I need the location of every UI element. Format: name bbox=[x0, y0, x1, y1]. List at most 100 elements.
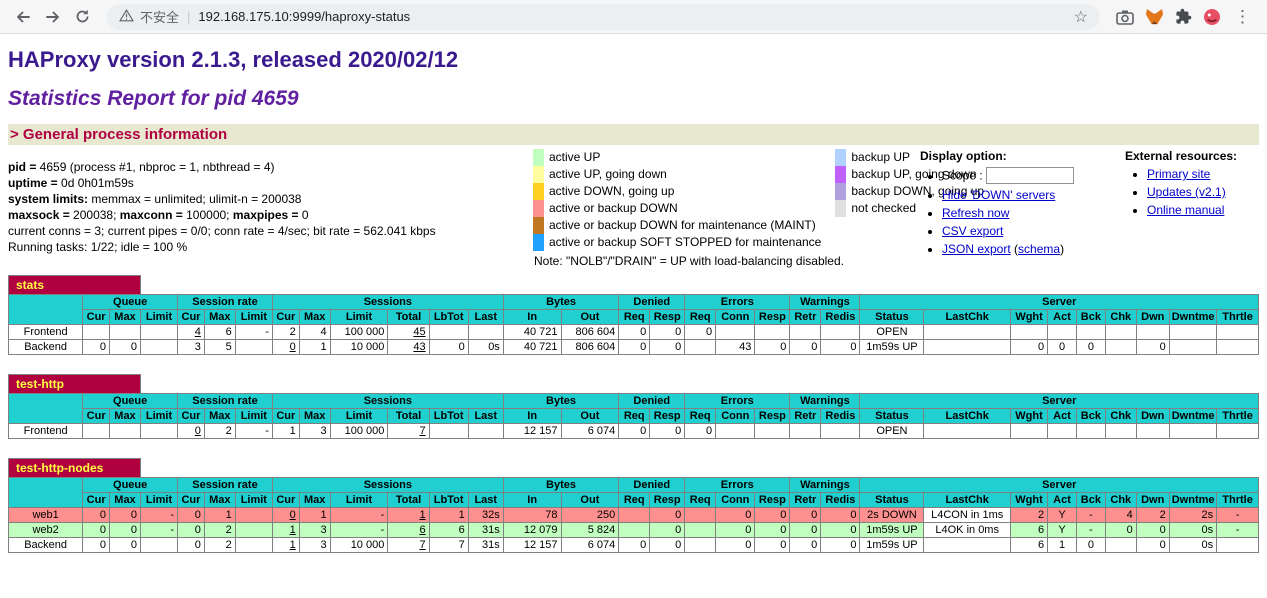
process-info-line: system limits: memmax = unlimited; ulimi… bbox=[8, 191, 533, 207]
column-header: Limit bbox=[235, 310, 272, 325]
stat-cell: 6 074 bbox=[561, 538, 619, 553]
stat-cell: 1 bbox=[272, 523, 299, 538]
stat-cell: - bbox=[330, 523, 388, 538]
screenshot-camera-icon[interactable] bbox=[1116, 9, 1134, 25]
display-options-title: Display option: bbox=[920, 149, 1125, 163]
column-group-header: Queue bbox=[83, 478, 178, 493]
display-option-link[interactable]: schema bbox=[1018, 242, 1060, 256]
metamask-fox-icon[interactable] bbox=[1145, 8, 1164, 26]
display-option-link[interactable]: JSON export bbox=[942, 242, 1011, 256]
external-resources-title: External resources: bbox=[1125, 149, 1259, 163]
stat-cell: 0 bbox=[716, 538, 755, 553]
column-header: Limit bbox=[330, 409, 388, 424]
row-name: Frontend bbox=[9, 325, 83, 340]
column-group-header: Errors bbox=[685, 478, 790, 493]
process-info-text: 4659 (process #1, nbproc = 1, nbthread =… bbox=[40, 160, 275, 174]
external-resource-link[interactable]: Updates (v2.1) bbox=[1147, 185, 1226, 199]
proxy-table-stats: statsQueueSession rateSessionsBytesDenie… bbox=[8, 275, 1259, 355]
column-group-header: Errors bbox=[685, 394, 790, 409]
stat-cell bbox=[924, 538, 1011, 553]
column-header: Conn bbox=[716, 493, 755, 508]
extensions-puzzle-icon[interactable] bbox=[1175, 8, 1192, 25]
stat-cell: Y bbox=[1048, 508, 1077, 523]
legend-spacer bbox=[835, 217, 846, 234]
stat-value-tooltip: 7 bbox=[419, 425, 425, 437]
stat-cell: 1 bbox=[299, 340, 330, 355]
stat-cell: 0 bbox=[821, 340, 860, 355]
column-group-header-row: QueueSession rateSessionsBytesDeniedErro… bbox=[9, 478, 1259, 493]
stat-cell: - bbox=[140, 508, 177, 523]
bookmark-star-icon[interactable]: ☆ bbox=[1074, 7, 1088, 27]
stat-cell: 10 000 bbox=[330, 538, 388, 553]
stat-cell bbox=[716, 424, 755, 439]
display-options-list: Scope : Hide 'DOWN' serversRefresh nowCS… bbox=[920, 167, 1125, 256]
stat-cell bbox=[716, 325, 755, 340]
display-option-link[interactable]: CSV export bbox=[942, 224, 1003, 238]
column-header-row: CurMaxLimitCurMaxLimitCurMaxLimitTotalLb… bbox=[9, 493, 1259, 508]
stat-cell: 0 bbox=[821, 508, 860, 523]
stat-cell bbox=[235, 508, 272, 523]
column-group-header: Denied bbox=[619, 295, 685, 310]
display-option-link[interactable]: Hide 'DOWN' servers bbox=[942, 188, 1055, 202]
stat-cell: 2s bbox=[1169, 508, 1216, 523]
stat-cell: 2 bbox=[272, 325, 299, 340]
external-resources: External resources: Primary site Updates … bbox=[1125, 147, 1259, 221]
not-secure-warning-icon[interactable] bbox=[119, 9, 134, 25]
scope-input[interactable] bbox=[986, 167, 1074, 184]
address-bar[interactable]: 不安全 | 192.168.175.10:9999/haproxy-status… bbox=[107, 4, 1100, 30]
column-header: Dwntme bbox=[1169, 493, 1216, 508]
legend-label: active UP bbox=[544, 149, 835, 166]
row-name: web1 bbox=[9, 508, 83, 523]
stat-cell bbox=[924, 325, 1011, 340]
page-title[interactable]: HAProxy version 2.1.3, released 2020/02/… bbox=[8, 47, 1259, 73]
process-info-line: pid = 4659 (process #1, nbproc = 1, nbth… bbox=[8, 159, 533, 175]
stat-cell: 0 bbox=[83, 340, 110, 355]
stat-cell: 0 bbox=[755, 508, 790, 523]
column-header: Thrtle bbox=[1217, 409, 1259, 424]
proxy-title-spacer bbox=[140, 276, 1258, 295]
column-header: In bbox=[503, 409, 561, 424]
stat-cell: 0 bbox=[619, 325, 650, 340]
back-button[interactable] bbox=[10, 6, 36, 28]
process-info-line: current conns = 3; current pipes = 0/0; … bbox=[8, 223, 533, 239]
external-resource-link[interactable]: Online manual bbox=[1147, 203, 1224, 217]
legend-swatch bbox=[533, 166, 544, 183]
stat-cell: 6 bbox=[388, 523, 429, 538]
stat-cell: 7 bbox=[429, 538, 468, 553]
stat-cell: Y bbox=[1048, 523, 1077, 538]
stat-cell: 1 bbox=[429, 508, 468, 523]
row-name: Frontend bbox=[9, 424, 83, 439]
table-row-web1: web100-0101-1132s78250000002s DOWNL4CON … bbox=[9, 508, 1259, 523]
display-option-item: Refresh now bbox=[942, 206, 1125, 220]
forward-arrow-icon bbox=[44, 8, 62, 26]
stat-cell: 0 bbox=[83, 508, 110, 523]
stat-cell bbox=[235, 538, 272, 553]
column-header: Out bbox=[561, 310, 619, 325]
option-text: ) bbox=[1060, 242, 1064, 256]
column-group-header: Queue bbox=[83, 295, 178, 310]
stat-cell: 2 bbox=[204, 538, 235, 553]
display-option-link[interactable]: Refresh now bbox=[942, 206, 1009, 220]
external-resource-item: Updates (v2.1) bbox=[1147, 185, 1259, 199]
external-resource-link[interactable]: Primary site bbox=[1147, 167, 1210, 181]
extension-avatar-icon[interactable] bbox=[1203, 8, 1221, 26]
process-info-text: pid = bbox=[8, 160, 40, 174]
column-header: Bck bbox=[1076, 310, 1105, 325]
stat-cell: OPEN bbox=[860, 424, 924, 439]
column-header: Max bbox=[110, 409, 141, 424]
stat-cell: 0s bbox=[468, 340, 503, 355]
stat-cell: 0 bbox=[1136, 538, 1169, 553]
process-info-text: 0d 0h01m59s bbox=[61, 176, 134, 190]
reload-button[interactable] bbox=[70, 6, 95, 27]
forward-button[interactable] bbox=[40, 6, 66, 28]
column-group-header: Server bbox=[860, 478, 1259, 493]
menu-icon[interactable]: ⋮ bbox=[1232, 7, 1253, 27]
table-row-backend: Backend00021310 0007731s12 1576 07400000… bbox=[9, 538, 1259, 553]
process-info-text: 0 bbox=[302, 208, 309, 222]
legend-label: active UP, going down bbox=[544, 166, 835, 183]
column-group-header: Errors bbox=[685, 295, 790, 310]
column-header: Limit bbox=[330, 310, 388, 325]
column-header: Conn bbox=[716, 310, 755, 325]
stat-cell: 0 bbox=[110, 523, 141, 538]
column-header: Max bbox=[110, 493, 141, 508]
